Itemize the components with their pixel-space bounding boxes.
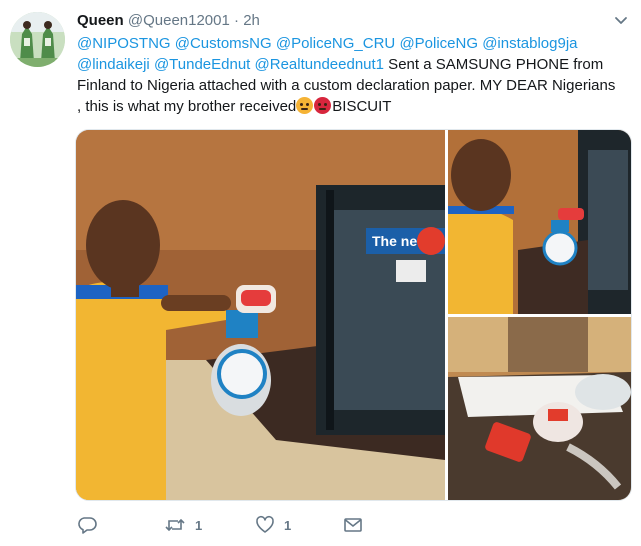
photo-image xyxy=(448,317,631,500)
window-sign-text: The ne xyxy=(372,233,417,249)
reply-button[interactable] xyxy=(77,514,106,536)
media-grid: The ne xyxy=(75,129,632,501)
retweet-button[interactable]: 1 xyxy=(164,514,202,536)
tweet-body-text: , this is what my brother received xyxy=(77,98,297,115)
pouting-face-icon xyxy=(314,97,332,114)
like-count: 1 xyxy=(284,517,292,533)
tweet-text-line-4: , this is what my brother received BISCUI… xyxy=(77,96,633,117)
angry-face-icon xyxy=(296,97,314,114)
avatar-image xyxy=(10,12,65,67)
mention-link[interactable]: @PoliceNG_CRU xyxy=(276,35,395,52)
photo-image xyxy=(448,130,631,314)
tweet-header: Queen @Queen12001 · 2h xyxy=(77,11,260,30)
tweet-text-line-2: @lindaikeji @TundeEdnut @Realtundeednut1… xyxy=(77,54,633,75)
tweet-text-line-1: @NIPOSTNG @CustomsNG @PoliceNG_CRU @Poli… xyxy=(77,33,633,54)
mention-link[interactable]: @PoliceNG xyxy=(399,35,478,52)
separator-dot: · xyxy=(234,12,240,29)
tweet-text-line-3: Finland to Nigeria attached with a custo… xyxy=(77,77,616,94)
user-handle[interactable]: @Queen12001 xyxy=(128,12,230,29)
media-photo-bottom-right[interactable] xyxy=(448,317,631,500)
tweet-card: Queen @Queen12001 · 2h @NIPOSTNG @Custom… xyxy=(0,0,641,546)
tweet-text: @NIPOSTNG @CustomsNG @PoliceNG_CRU @Poli… xyxy=(77,33,633,117)
mention-link[interactable]: @lindaikeji xyxy=(77,56,150,73)
avatar[interactable] xyxy=(10,12,65,67)
media-photo-top-right[interactable] xyxy=(448,130,631,314)
mention-link[interactable]: @TundeEdnut xyxy=(154,56,250,73)
heart-icon xyxy=(256,515,274,533)
mention-link[interactable]: @NIPOSTNG xyxy=(77,35,171,52)
envelope-icon xyxy=(344,518,362,532)
mention-link[interactable]: @instablog9ja xyxy=(482,35,577,52)
mention-link[interactable]: @CustomsNG xyxy=(175,35,272,52)
retweet-icon xyxy=(165,518,185,532)
like-button[interactable]: 1 xyxy=(255,514,291,536)
photo-image: The ne xyxy=(76,130,445,500)
tweet-actions: 1 1 xyxy=(77,514,377,536)
display-name[interactable]: Queen xyxy=(77,12,124,29)
chevron-down-icon[interactable] xyxy=(614,14,628,26)
direct-message-button[interactable] xyxy=(343,514,363,536)
mention-link[interactable]: @Realtundeednut1 xyxy=(255,56,385,73)
retweet-count: 1 xyxy=(195,517,203,533)
reply-icon xyxy=(78,517,97,534)
tweet-body-text: Sent a SAMSUNG PHONE from xyxy=(384,56,604,73)
media-photo-main[interactable]: The ne xyxy=(76,130,445,500)
tweet-body-text: BISCUIT xyxy=(332,98,392,115)
tweet-time[interactable]: 2h xyxy=(243,12,260,29)
